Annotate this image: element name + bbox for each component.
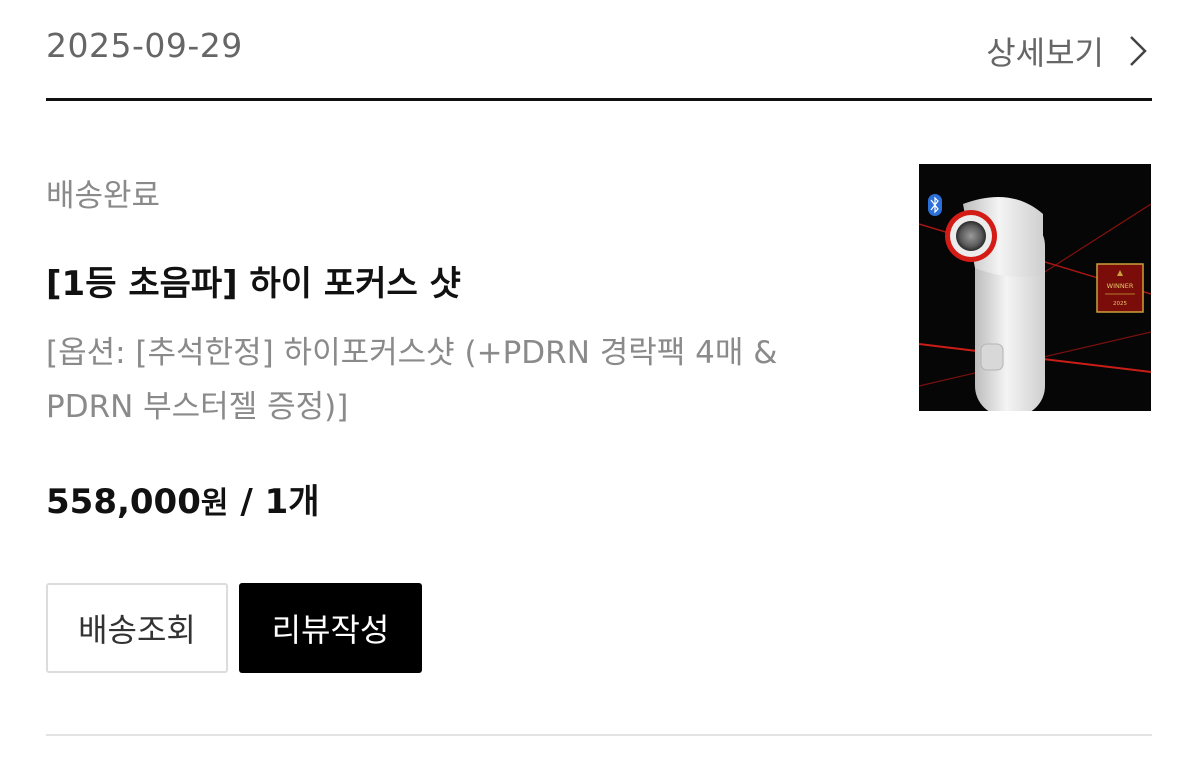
product-thumbnail[interactable]: WINNER 2025 (919, 164, 1151, 411)
bottom-divider (46, 734, 1152, 736)
delivery-status: 배송완료 (46, 178, 161, 214)
product-options: [옵션: [추석한정] 하이포커스샷 (+PDRN 경락팩 4매 & PDRN … (46, 326, 866, 434)
price-quantity: 558,000원 / 1개 (46, 474, 320, 523)
badge-year: 2025 (1113, 301, 1127, 307)
detail-label: 상세보기 (986, 34, 1104, 72)
award-badge-icon: WINNER 2025 (1096, 263, 1144, 313)
order-detail-link[interactable]: 상세보기 (986, 28, 1152, 74)
write-review-button[interactable]: 리뷰작성 (239, 583, 422, 673)
price-currency: 원 (200, 486, 229, 521)
price-value: 558,000 (46, 482, 201, 522)
badge-text: WINNER (1107, 282, 1134, 290)
quantity: / 1개 (240, 482, 320, 522)
chevron-right-icon (1122, 33, 1152, 69)
options-line-1: [옵션: [추석한정] 하이포커스샷 (+PDRN 경락팩 4매 & (46, 335, 778, 371)
order-date: 2025-09-29 (46, 26, 243, 65)
product-title[interactable]: [1등 초음파] 하이 포커스 샷 (46, 256, 461, 305)
header-divider (46, 98, 1152, 101)
options-line-2: PDRN 부스터젤 증정)] (46, 389, 349, 425)
bluetooth-icon (928, 194, 942, 216)
track-delivery-button[interactable]: 배송조회 (46, 583, 228, 673)
